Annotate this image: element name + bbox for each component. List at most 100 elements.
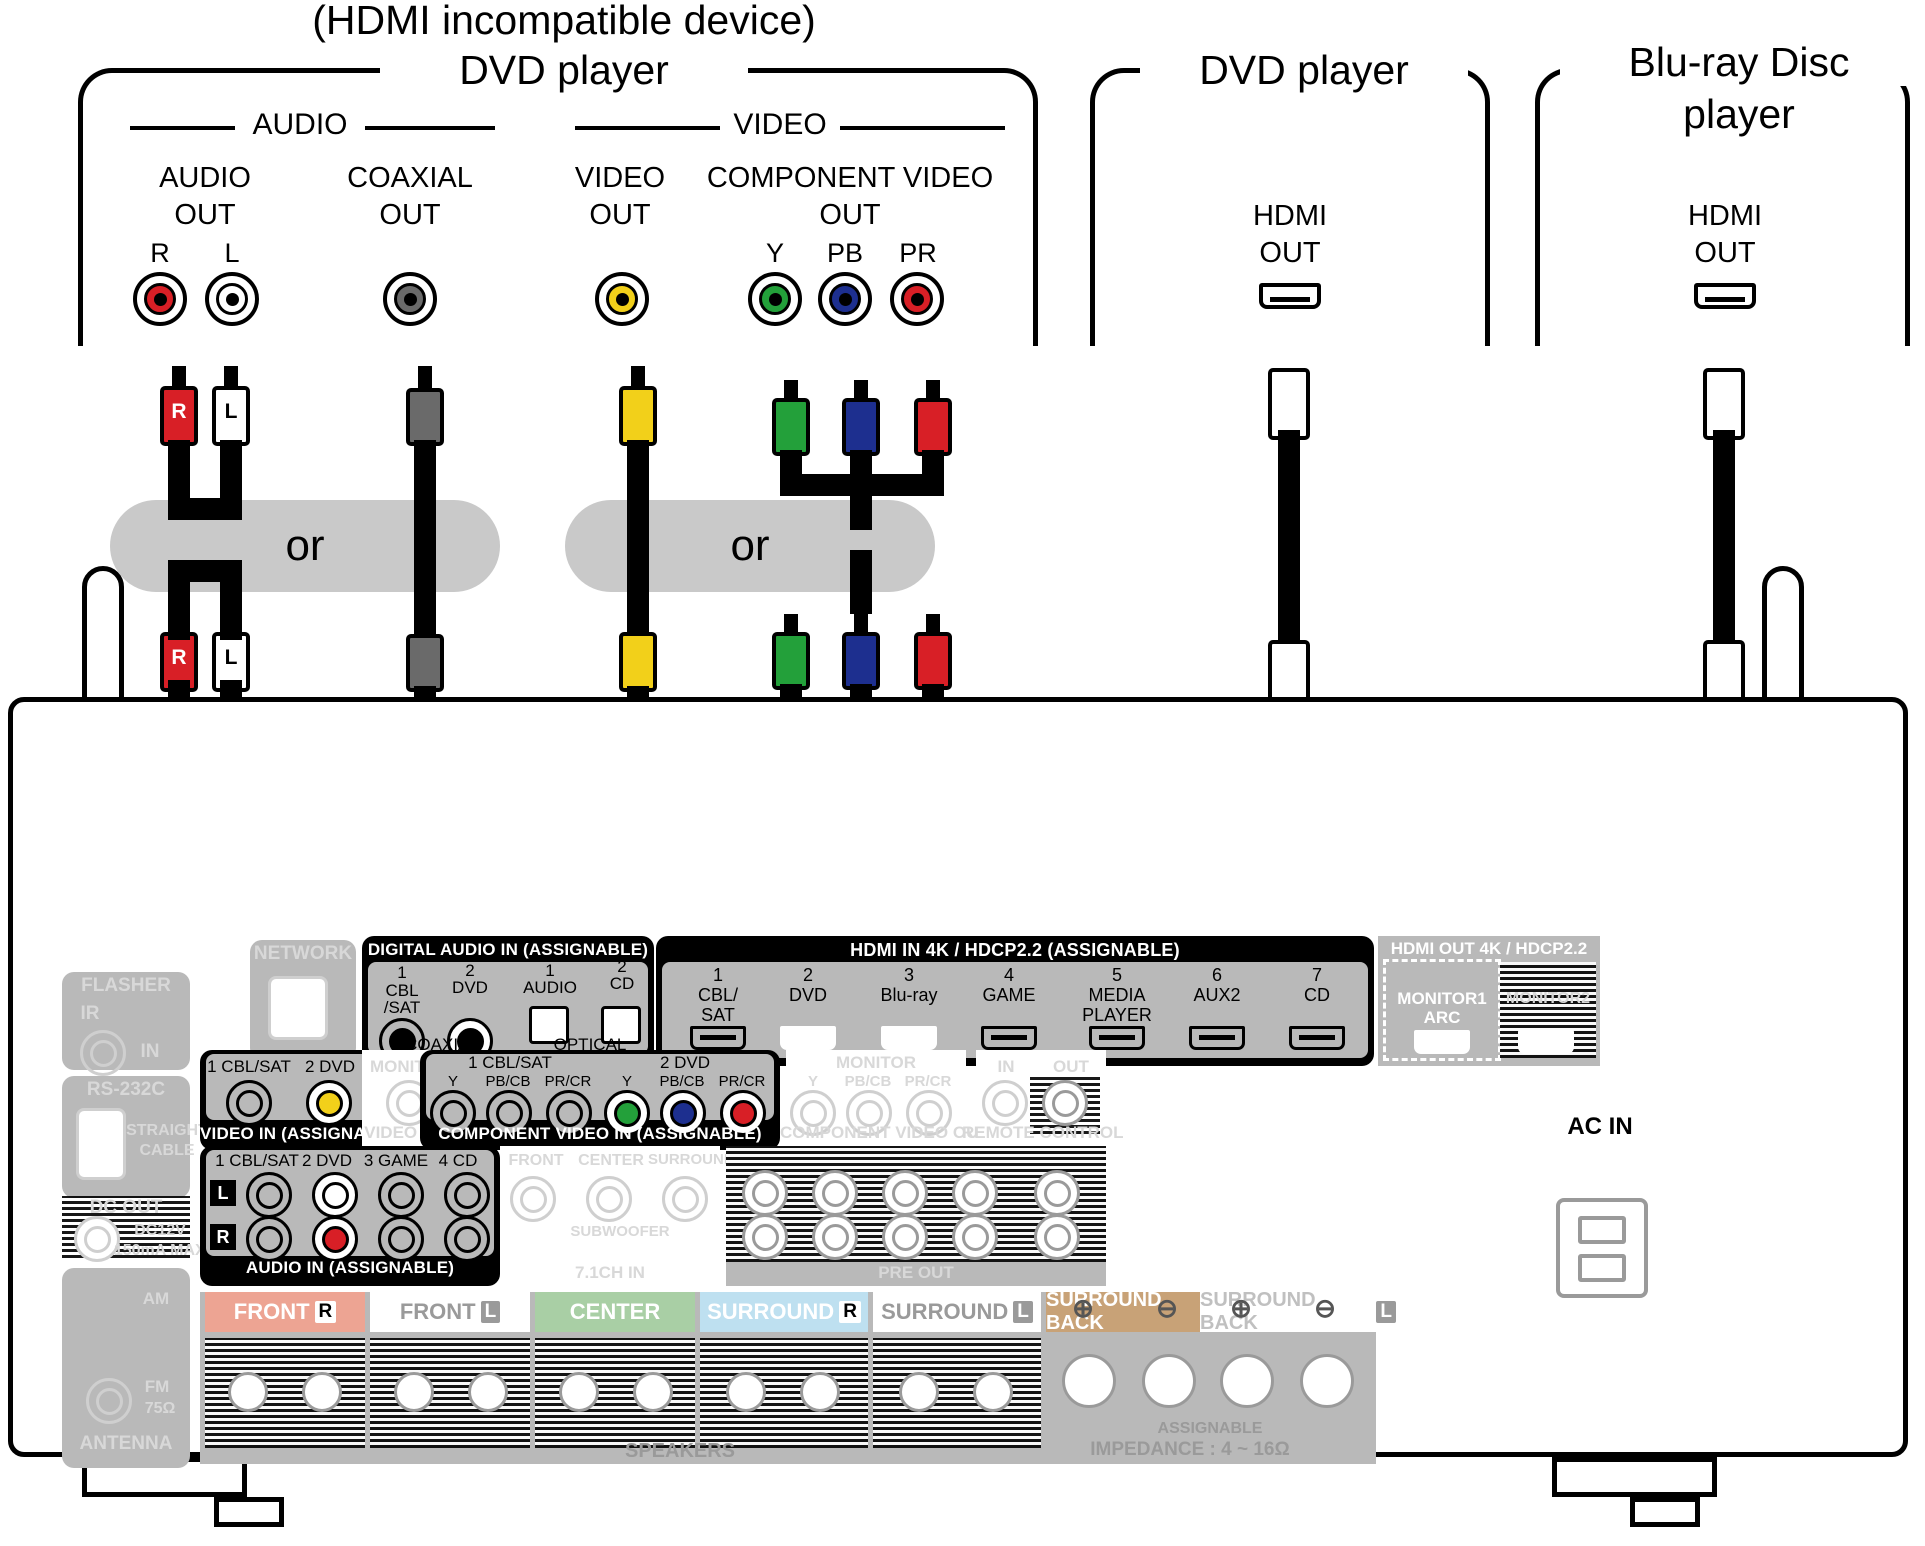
jack-hdmi-in-4-game[interactable]	[981, 1026, 1037, 1050]
jack-video-out[interactable]	[595, 272, 649, 326]
hdmi-in-title: HDMI IN 4K / HDCP2.2 (ASSIGNABLE)	[850, 940, 1180, 960]
coaxial-out-label-line1: COAXIAL	[347, 162, 473, 194]
audio-in-3-label: 3 GAME	[363, 1151, 429, 1170]
coaxial-out-label-line2: OUT	[379, 199, 441, 231]
hdmi-in-4-name: GAME	[982, 985, 1036, 1005]
jack-audio-in-2-l[interactable]	[312, 1172, 358, 1218]
antenna-fm-jack[interactable]	[86, 1378, 132, 1424]
speaker-post-front-r-minus[interactable]	[302, 1372, 342, 1412]
jack-audio-out-l[interactable]	[205, 272, 259, 326]
ac-in-pin-bottom	[1578, 1254, 1626, 1282]
jack-pre-out-1[interactable]	[742, 1170, 788, 1216]
dc-out-voltage: DC12V	[134, 1222, 186, 1239]
speaker-post-front-r-plus[interactable]	[228, 1372, 268, 1412]
coax-2-name: DVD	[452, 978, 488, 997]
jack-coaxial-out[interactable]	[383, 272, 437, 326]
audio-out-pin-r-label: R	[150, 238, 170, 268]
speaker-post-center-plus[interactable]	[559, 1372, 599, 1412]
jack-pre-out-2[interactable]	[812, 1170, 858, 1216]
plug-video-upper-tip	[631, 366, 645, 388]
speaker-post-front-l-plus[interactable]	[394, 1372, 434, 1412]
jack-hdmi-in-5-media-player[interactable]	[1089, 1026, 1145, 1050]
jack-component-pb[interactable]	[818, 272, 872, 326]
jack-71ch-center[interactable]	[586, 1176, 632, 1222]
jack-audio-in-3-r[interactable]	[378, 1216, 424, 1262]
jack-pre-out-3[interactable]	[882, 1170, 928, 1216]
speaker-terminal-surround-l: SURROUND L	[873, 1292, 1041, 1332]
jack-dvd-hdmi-out[interactable]	[1259, 283, 1321, 309]
speaker-post-front-l-minus[interactable]	[468, 1372, 508, 1412]
jack-71ch-front[interactable]	[510, 1176, 556, 1222]
jack-pre-out-5[interactable]	[1034, 1170, 1080, 1216]
audio-in-row-r-tag: R	[210, 1224, 236, 1250]
jack-pre-out-8[interactable]	[882, 1214, 928, 1260]
component-pin-pb-label: PB	[826, 238, 864, 268]
ch71-in-title: 7.1CH IN	[575, 1263, 645, 1282]
jack-71ch-surround[interactable]	[662, 1176, 708, 1222]
jack-audio-out-r[interactable]	[133, 272, 187, 326]
jack-hdmi-in-7-cd[interactable]	[1289, 1026, 1345, 1050]
hdmi-in-5-name-l2: PLAYER	[1082, 1005, 1152, 1025]
speaker-post-sb-r-minus[interactable]	[1142, 1354, 1196, 1408]
speaker-post-sb-l-plus[interactable]	[1220, 1354, 1274, 1408]
plug-coax-upper	[406, 388, 444, 446]
jack-remote-in[interactable]	[982, 1080, 1028, 1126]
speaker-terminal-surround-r: SURROUND R	[700, 1292, 868, 1332]
speaker-label-surround-l: SURROUND	[881, 1299, 1009, 1324]
component-out-pr: PR/CR	[904, 1073, 952, 1090]
speaker-post-center-minus[interactable]	[633, 1372, 673, 1412]
jack-pre-out-6[interactable]	[742, 1214, 788, 1260]
jack-hdmi-in-1-cbl-sat[interactable]	[690, 1026, 746, 1050]
dc-out-current: 150mA MAX.	[113, 1242, 211, 1259]
jack-audio-in-4-l[interactable]	[444, 1172, 490, 1218]
speaker-terminal-center: CENTER	[535, 1292, 695, 1332]
jack-audio-in-4-r[interactable]	[444, 1216, 490, 1262]
jack-hdmi-in-6-aux2[interactable]	[1189, 1026, 1245, 1050]
jack-video-in-1-cbl-sat[interactable]	[226, 1080, 272, 1126]
or-label-video: or	[730, 521, 770, 570]
jack-hdmi-in-3-bluray[interactable]	[881, 1026, 937, 1050]
speakers-impedance: IMPEDANCE : 4 ~ 16Ω	[1090, 1439, 1290, 1460]
receiver-foot-left-2	[214, 1497, 284, 1527]
ch71-center-label: CENTER	[578, 1152, 644, 1169]
speaker-post-surround-l-plus[interactable]	[899, 1372, 939, 1412]
flasher-ir-in-jack[interactable]	[80, 1030, 126, 1076]
hdmi-in-5-name-l1: MEDIA	[1088, 985, 1146, 1005]
plug-video-upper	[619, 386, 657, 446]
speaker-terminal-front-r: FRONT R	[205, 1292, 365, 1332]
jack-pre-out-9[interactable]	[952, 1214, 998, 1260]
speaker-post-sb-r-plus[interactable]	[1062, 1354, 1116, 1408]
hdmi-in-2-name: DVD	[788, 985, 827, 1005]
jack-pre-out-10[interactable]	[1034, 1214, 1080, 1260]
device-title-bluray: Blu-ray Disc	[1560, 39, 1918, 86]
network-port[interactable]	[268, 976, 328, 1040]
jack-hdmi-in-2-dvd[interactable]	[780, 1026, 836, 1050]
ac-in-title: AC IN	[1567, 1113, 1633, 1140]
jack-hdmi-out-monitor2[interactable]	[1518, 1030, 1574, 1054]
jack-hdmi-out-monitor1[interactable]	[1414, 1030, 1470, 1054]
jack-bluray-hdmi-out[interactable]	[1694, 283, 1756, 309]
jack-pre-out-4[interactable]	[952, 1170, 998, 1216]
network-title: NETWORK	[253, 943, 353, 964]
hdmi-out-monitor2-label: MONITOR2	[1505, 990, 1591, 1007]
jack-audio-in-3-l[interactable]	[378, 1172, 424, 1218]
jack-pre-out-7[interactable]	[812, 1214, 858, 1260]
jack-audio-in-1-l[interactable]	[246, 1172, 292, 1218]
video-group-rule-left	[575, 126, 720, 130]
jack-remote-out[interactable]	[1042, 1080, 1088, 1126]
jack-component-y[interactable]	[748, 272, 802, 326]
jack-video-in-2-dvd[interactable]	[306, 1080, 352, 1126]
ac-in-socket[interactable]	[1556, 1198, 1648, 1298]
speaker-post-surround-r-plus[interactable]	[726, 1372, 766, 1412]
plug-comp-y-upper	[772, 398, 810, 456]
speaker-post-surround-r-minus[interactable]	[800, 1372, 840, 1412]
rs232c-connector[interactable]	[76, 1108, 126, 1180]
device-title-dvd-incompatible: DVD player	[380, 47, 748, 94]
jack-audio-in-1-r[interactable]	[246, 1216, 292, 1262]
plug-audio-r-lower-letter: R	[171, 646, 187, 669]
speaker-post-sb-l-minus[interactable]	[1300, 1354, 1354, 1408]
jack-audio-in-2-r[interactable]	[312, 1216, 358, 1262]
video-group-label: VIDEO	[733, 108, 827, 141]
jack-component-pr[interactable]	[890, 272, 944, 326]
speaker-post-surround-l-minus[interactable]	[973, 1372, 1013, 1412]
